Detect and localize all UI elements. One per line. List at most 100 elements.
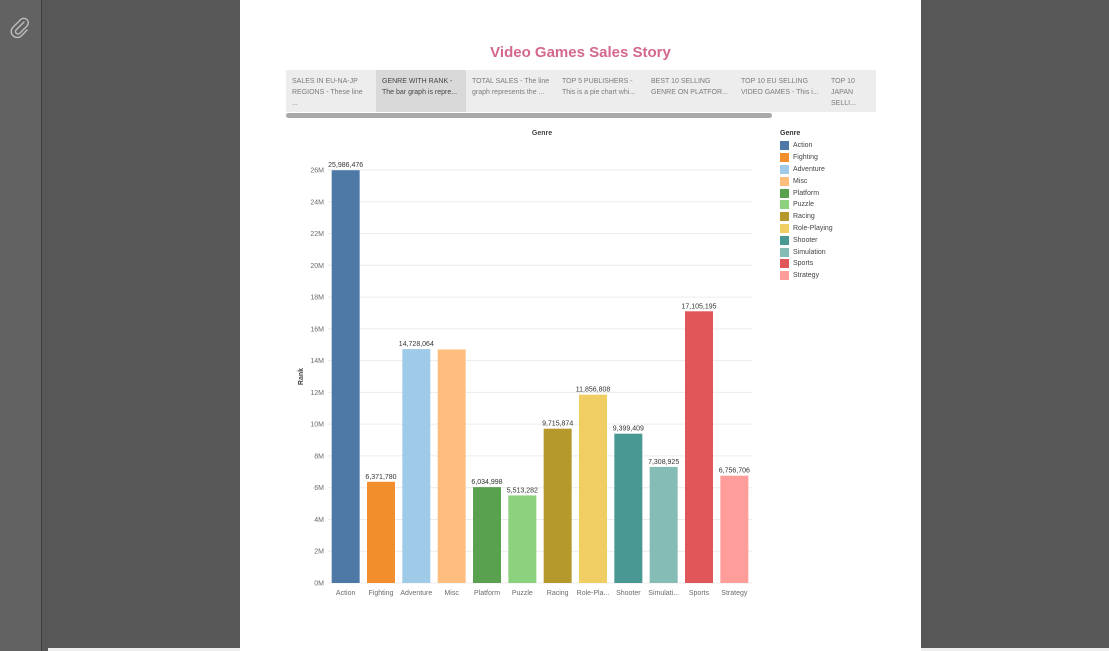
x-tick-label: Simulati...	[648, 590, 679, 597]
story-point-1[interactable]: SALES IN EU-NA-JP REGIONS - These line ..…	[286, 70, 376, 112]
story-point-7[interactable]: TOP 10 JAPAN SELLI...	[825, 70, 876, 112]
x-tick-label: Puzzle	[512, 590, 533, 597]
bar-platform[interactable]	[473, 487, 501, 583]
story-point-caption-line2: The bar graph is repre...	[382, 89, 458, 96]
story-point-caption-line2: VIDEO GAMES - This i...	[741, 89, 819, 96]
y-tick-label: 18M	[310, 295, 324, 302]
legend-item[interactable]: Fighting	[780, 152, 833, 164]
navigator-scrollbar[interactable]	[286, 113, 772, 118]
story-point-2[interactable]: GENRE WITH RANK - The bar graph is repre.…	[376, 70, 466, 112]
legend-item[interactable]: Puzzle	[780, 199, 833, 211]
bar-fighting[interactable]	[367, 481, 395, 583]
bar-puzzle[interactable]	[508, 495, 537, 583]
legend-item[interactable]: Platform	[780, 187, 833, 199]
legend-label: Sports	[793, 260, 814, 268]
story-point-caption-line1: TOP 10 EU SELLING	[741, 78, 809, 85]
bar-simulati[interactable]	[649, 466, 678, 583]
x-tick-label: Sports	[689, 590, 710, 597]
bar-racing[interactable]	[543, 428, 572, 583]
legend-swatch	[780, 188, 789, 198]
data-label: 6,756,706	[719, 468, 750, 475]
legend-item[interactable]: Simulation	[780, 246, 833, 258]
legend-label: Simulation	[793, 248, 826, 256]
x-tick-label: Misc	[444, 590, 459, 597]
story-point-caption-line2: GENRE ON PLATFOR...	[651, 89, 728, 96]
y-tick-label: 10M	[310, 422, 324, 429]
story-point-5[interactable]: BEST 10 SELLING GENRE ON PLATFOR...	[645, 70, 735, 112]
data-label: 14,728,064	[399, 341, 434, 348]
bar-role-pla[interactable]	[579, 394, 607, 583]
legend-swatch	[780, 259, 789, 269]
y-tick-label: 8M	[314, 453, 324, 460]
data-label: 6,371,780	[365, 474, 396, 481]
legend-item[interactable]: Shooter	[780, 234, 833, 246]
story-point-caption-line2: graph represents the ...	[472, 89, 545, 96]
y-tick-label: 0M	[314, 581, 324, 588]
legend-label: Strategy	[793, 272, 820, 280]
x-tick-label: Racing	[547, 590, 569, 597]
legend-label: Misc	[793, 177, 808, 185]
bar-misc[interactable]	[437, 349, 466, 583]
y-tick-label: 6M	[314, 485, 324, 492]
paperclip-icon[interactable]	[8, 16, 32, 40]
x-tick-label: Platform	[474, 590, 500, 597]
legend-swatch	[780, 223, 789, 233]
data-label: 7,308,925	[648, 459, 679, 466]
bar-shooter[interactable]	[614, 433, 643, 583]
x-tick-label: Fighting	[369, 590, 394, 597]
legend: Genre Action Fighting Adventure Misc Platfor…	[780, 130, 833, 282]
legend-label: Puzzle	[793, 201, 815, 209]
legend-swatch	[780, 212, 789, 222]
y-tick-label: 4M	[314, 517, 324, 524]
legend-swatch	[780, 176, 789, 186]
legend-swatch	[780, 141, 789, 151]
data-label: 17,105,195	[681, 303, 716, 310]
y-tick-label: 14M	[310, 358, 324, 365]
viewer-background-right	[921, 0, 1109, 651]
data-label: 25,986,476	[328, 162, 363, 169]
y-tick-label: 16M	[310, 326, 324, 333]
legend-swatch	[780, 200, 789, 210]
story-point-4[interactable]: TOP 5 PUBLISHERS - This is a pie chart wh…	[556, 70, 645, 112]
legend-label: Racing	[793, 213, 815, 221]
data-label: 6,034,998	[471, 479, 502, 486]
story-point-6[interactable]: TOP 10 EU SELLING VIDEO GAMES - This i...	[735, 70, 825, 112]
bar-sports[interactable]	[685, 311, 713, 583]
legend-item[interactable]: Adventure	[780, 164, 833, 176]
legend-label: Adventure	[793, 165, 825, 173]
story-point-caption-line1: TOTAL SALES - The line	[472, 78, 550, 85]
story-point-caption-line2: REGIONS - These line ...	[292, 89, 363, 107]
story-point-3[interactable]: TOTAL SALES - The line graph represents t…	[466, 70, 556, 112]
x-tick-label: Shooter	[616, 590, 641, 597]
legend-title: Genre	[780, 130, 801, 137]
legend-item[interactable]: Sports	[780, 258, 833, 270]
x-tick-label: Role-Pla...	[577, 590, 610, 597]
legend-label: Action	[793, 142, 813, 150]
data-label: 9,399,409	[613, 426, 644, 433]
bar-chart: 0M 2M 4M 6M 8M 10M 12M 14M 16M 18M 20M 22M 24M 26M Gen…	[298, 130, 752, 597]
legend-item[interactable]: Action	[780, 140, 833, 152]
bar-action[interactable]	[331, 170, 360, 583]
viewer-background-left	[42, 0, 240, 651]
y-tick-label: 12M	[310, 390, 324, 397]
legend-label: Shooter	[793, 236, 818, 244]
legend-item[interactable]: Strategy	[780, 270, 833, 282]
legend-label: Fighting	[793, 154, 818, 162]
legend-item[interactable]: Role-Playing	[780, 223, 833, 235]
story-point-caption-line2: This is a pie chart whi...	[562, 89, 636, 96]
legend-swatch	[780, 271, 789, 281]
legend-swatch	[780, 235, 789, 245]
chart-title: Genre	[532, 130, 552, 137]
legend-item[interactable]: Racing	[780, 211, 833, 223]
y-tick-label: 26M	[310, 168, 324, 175]
story-title: Video Games Sales Story	[490, 44, 671, 61]
x-tick-label: Action	[336, 590, 356, 597]
story-point-caption-line1: TOP 10	[831, 78, 855, 85]
legend-item[interactable]: Misc	[780, 175, 833, 187]
story-point-caption-line2: JAPAN SELLI...	[831, 89, 856, 107]
y-tick-label: 20M	[310, 263, 324, 270]
y-tick-label: 2M	[314, 549, 324, 556]
bar-strategy[interactable]	[720, 475, 749, 583]
bar-adventure[interactable]	[402, 349, 431, 583]
story-point-caption-line1: GENRE WITH RANK -	[382, 78, 453, 85]
